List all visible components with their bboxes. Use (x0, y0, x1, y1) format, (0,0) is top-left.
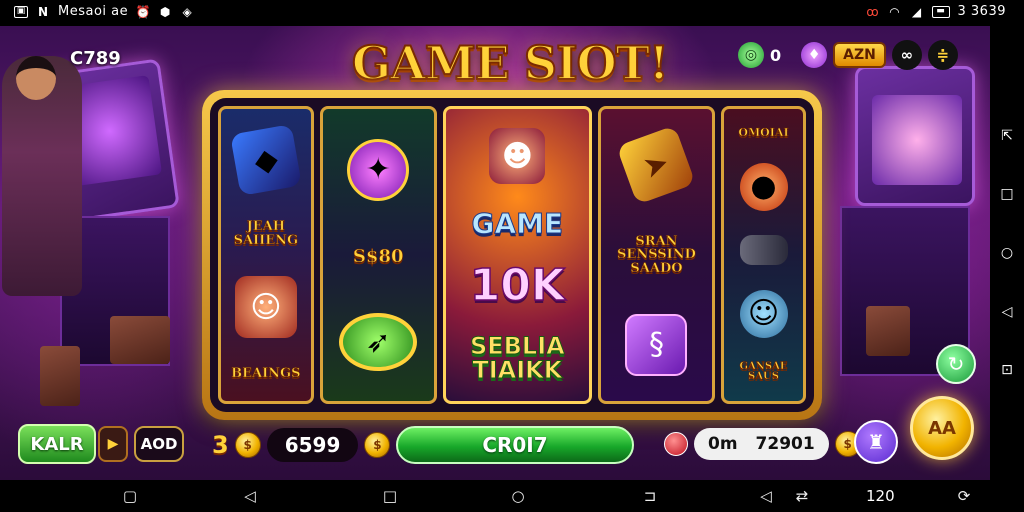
arcade-machine-right (855, 66, 975, 206)
signal-icon: ◢ (911, 4, 922, 19)
rotate-icon[interactable]: ⇱ (998, 127, 1016, 145)
split-icon[interactable]: ⊐ (640, 486, 660, 506)
wifi-icon: ◠ (889, 4, 900, 19)
reel-3-top-text: GAME (471, 207, 564, 240)
green-coin-icon[interactable]: ◎ (738, 42, 764, 68)
bet-button[interactable]: AA (910, 396, 974, 460)
reel-1: ◆ JEAH SAIIENG ☺ BEAINGS (218, 106, 314, 404)
slot-reel-frame: ◆ JEAH SAIIENG ☺ BEAINGS ✦ S$80 ➶ ☻ GAME… (202, 90, 822, 420)
balance-display: 3 $ 6599 $ (212, 428, 391, 462)
reel-4-text: SRAN SENSSIND SAADO (617, 233, 697, 276)
blue-gem-icon: ◆ (229, 124, 302, 197)
green-plate-icon: ➶ (339, 313, 418, 372)
reel-5-bottom-text: GANSAE SAUS (739, 360, 788, 383)
reel-3: ☻ GAME 10K SEBLIA TIAIKK (442, 106, 592, 404)
recents-icon[interactable]: □ (380, 486, 400, 506)
reel-5: OMOIAI ● ☺ GANSAE SAUS (721, 106, 806, 404)
wizard-icon: ☻ (489, 128, 546, 184)
reel-2: ✦ S$80 ➶ (319, 106, 437, 404)
back-icon[interactable]: ◁ (998, 303, 1016, 321)
crate-decoration (40, 346, 80, 406)
character-figure (2, 56, 82, 296)
reel-3-bottom-text: SEBLIA TIAIKK (469, 332, 565, 384)
reel-4: ➤ SRAN SENSSIND SAADO § (597, 106, 716, 404)
nav-counter: 120 (866, 487, 895, 505)
reel-3-mid-text: 10K (469, 260, 566, 311)
score-display: C789 (70, 48, 121, 69)
status-left: ▣ N Mesaoi ae ⏰ ⬢ ◈ (14, 4, 194, 19)
aod-button[interactable]: AOD (134, 426, 184, 462)
smiling-face-icon: ☺ (739, 289, 788, 338)
status-bar: ▣ N Mesaoi ae ⏰ ⬢ ◈ ꝏ ◠ ◢ ▬ 3 3639 (0, 0, 1024, 26)
game-scene: C789 GAME SIOT! ◎ 0 ♦ AZN ∞ ≑ ◆ JEAH SAI… (0, 26, 990, 480)
win-value: 72901 (755, 434, 815, 454)
alarm-icon: ⏰ (135, 4, 151, 19)
status-right: ꝏ ◠ ◢ ▬ 3 3639 (866, 4, 1007, 19)
balance-prefix: 3 (212, 431, 229, 459)
witch-icon: ☺ (234, 276, 297, 339)
kalr-button[interactable]: KALR (18, 424, 96, 464)
top-right-hud: ◎ 0 ♦ AZN ∞ ≑ (738, 40, 958, 70)
game-title: GAME SIOT! (351, 35, 670, 91)
purple-gem-icon[interactable]: ♦ (801, 42, 828, 68)
coin-icon: $ (234, 432, 261, 458)
rotate-screen-icon[interactable]: ⇄ (792, 486, 812, 506)
circle-icon[interactable]: ○ (998, 244, 1016, 262)
purple-orb-icon: ✦ (347, 138, 410, 201)
balance-value: 6599 (266, 428, 359, 462)
crate-decoration (866, 306, 910, 356)
cast-icon[interactable]: ⟳ (954, 486, 974, 506)
status-time: 3 3639 (957, 4, 1006, 19)
shield-badge-button[interactable]: ♜ (854, 420, 898, 464)
cannon-icon (739, 235, 788, 266)
dnd-icon: ꝏ (866, 4, 879, 19)
spin-button[interactable]: CR0I7 (396, 426, 634, 464)
golden-horn-icon: ➤ (616, 125, 697, 205)
battery-icon: ▬ (931, 5, 950, 18)
settings-icon[interactable]: ∞ (891, 40, 922, 70)
reel-1-text: JEAH SAIIENG (233, 219, 299, 248)
reel-2-text: S$80 (352, 245, 404, 267)
square-icon[interactable]: □ (998, 185, 1016, 203)
status-notification-text: Mesaoi ae (58, 4, 129, 19)
reel-1-bottom-text: BEAINGS (231, 365, 301, 381)
purple-card-icon: § (625, 313, 688, 376)
coin-icon: $ (364, 432, 391, 458)
red-gem-icon (664, 432, 688, 456)
win-display: 0m 72901 $ (664, 428, 861, 460)
bolt-icon: ◈ (182, 4, 192, 19)
menu-icon[interactable]: ≑ (927, 40, 958, 70)
screenshot-icon[interactable]: ⊡ (998, 361, 1016, 379)
image-icon: ▣ (14, 5, 28, 18)
win-pill: 0m 72901 (694, 428, 829, 460)
red-orb-icon: ● (739, 162, 788, 211)
refresh-icon[interactable]: ↻ (936, 344, 976, 384)
reel-5-top-text: OMOIAI (738, 126, 789, 140)
back-icon[interactable]: ◁ (240, 486, 260, 506)
n-icon: N (37, 4, 49, 19)
square-small-icon[interactable]: ▢ (120, 486, 140, 506)
currency-badge[interactable]: AZN (833, 42, 886, 68)
crate-decoration (110, 316, 170, 364)
slot-reels: ◆ JEAH SAIIENG ☺ BEAINGS ✦ S$80 ➶ ☻ GAME… (210, 98, 814, 412)
navigation-bar: ▢ ◁ □ ○ ⊐ ◁ ⇄ 120 ⟳ (0, 480, 1024, 512)
back-icon[interactable]: ◁ (756, 486, 776, 506)
shield-icon: ⬢ (159, 4, 171, 19)
chevron-right-icon[interactable]: ▶ (98, 426, 128, 462)
home-icon[interactable]: ○ (508, 486, 528, 506)
win-label: 0m (708, 434, 738, 454)
counter-value: 0 (770, 45, 782, 65)
system-sidebar: ⇱ □ ○ ◁ ⊡ (990, 26, 1024, 480)
